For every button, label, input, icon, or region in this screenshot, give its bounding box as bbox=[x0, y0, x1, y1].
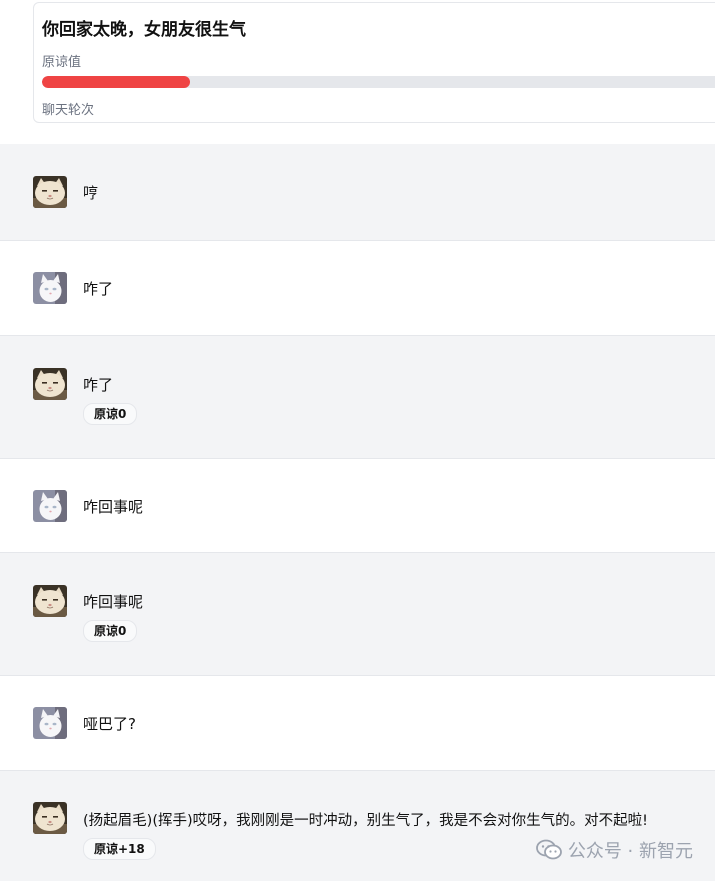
message-row: 哼 bbox=[0, 144, 715, 241]
white-cat-avatar bbox=[33, 490, 67, 522]
white-cat-avatar bbox=[33, 707, 67, 739]
watermark: 公众号 · 新智元 bbox=[535, 837, 693, 863]
forgiveness-progress-bar bbox=[42, 76, 715, 88]
cream-cat-avatar bbox=[33, 368, 67, 400]
message-text: 咋了 bbox=[83, 376, 114, 394]
forgiveness-badge: 原谅0 bbox=[83, 403, 138, 425]
message-text: 哑巴了? bbox=[83, 715, 136, 733]
forgiveness-badge: 原谅0 bbox=[83, 620, 138, 642]
message-row: 哑巴了? bbox=[0, 676, 715, 771]
scenario-title: 你回家太晚，女朋友很生气 bbox=[42, 20, 246, 40]
message-text: 咋回事呢 bbox=[83, 593, 144, 611]
chat-page: 你回家太晚，女朋友很生气 原谅值 聊天轮次 哼 咋了 咋了 原谅0 咋回事呢 咋… bbox=[0, 0, 715, 881]
message-row: 咋回事呢 bbox=[0, 459, 715, 553]
cream-cat-avatar bbox=[33, 802, 67, 834]
white-cat-avatar bbox=[33, 272, 67, 304]
cream-cat-avatar bbox=[33, 176, 67, 208]
message-list: 哼 咋了 咋了 原谅0 咋回事呢 咋回事呢 原谅0 哑巴了? (扬起眉毛)(挥手… bbox=[0, 144, 715, 881]
message-text: 咋回事呢 bbox=[83, 498, 144, 516]
message-row: 咋了 bbox=[0, 241, 715, 336]
wechat-icon bbox=[535, 839, 562, 861]
forgiveness-label: 原谅值 bbox=[42, 55, 82, 70]
chat-rounds-label: 聊天轮次 bbox=[42, 103, 95, 118]
watermark-text: 公众号 · 新智元 bbox=[567, 841, 693, 862]
message-text: (扬起眉毛)(挥手)哎呀，我刚刚是一时冲动，别生气了，我是不会对你生气的。对不起… bbox=[83, 813, 648, 829]
forgiveness-progress-fill bbox=[42, 76, 191, 88]
forgiveness-badge: 原谅+18 bbox=[83, 838, 156, 860]
message-text: 哼 bbox=[83, 184, 99, 202]
message-row: (扬起眉毛)(挥手)哎呀，我刚刚是一时冲动，别生气了，我是不会对你生气的。对不起… bbox=[0, 771, 715, 881]
message-row: 咋了 原谅0 bbox=[0, 336, 715, 459]
scenario-card: 你回家太晚，女朋友很生气 原谅值 聊天轮次 bbox=[33, 2, 715, 123]
message-row: 咋回事呢 原谅0 bbox=[0, 553, 715, 676]
message-text: 咋了 bbox=[83, 280, 114, 298]
cream-cat-avatar bbox=[33, 585, 67, 617]
